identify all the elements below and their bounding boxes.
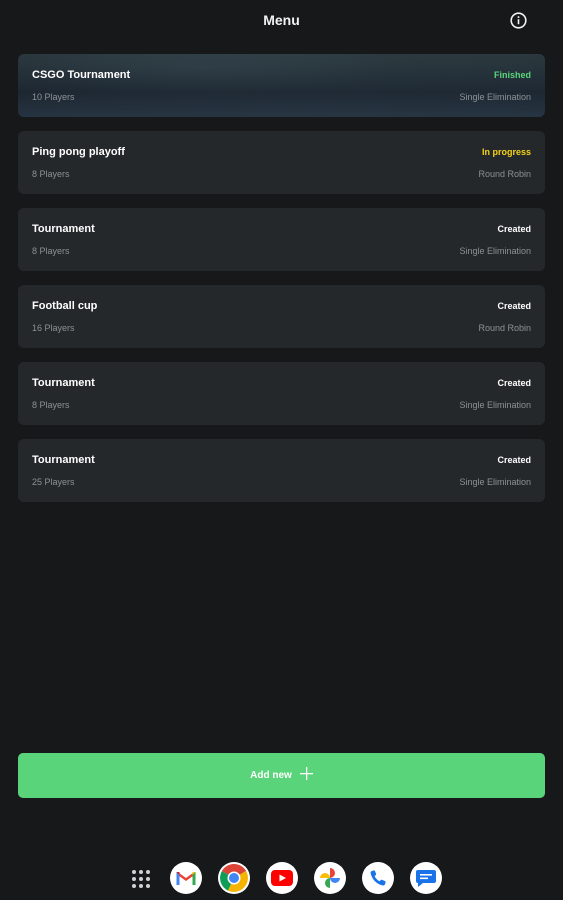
tournament-name: Tournament — [32, 454, 95, 466]
tournament-format: Single Elimination — [459, 92, 531, 102]
tournament-card[interactable]: Tournament 25 Players Created Single Eli… — [18, 439, 545, 502]
tournament-name: Ping pong playoff — [32, 146, 125, 158]
page-title: Menu — [263, 12, 300, 28]
tournament-card[interactable]: Ping pong playoff 8 Players In progress … — [18, 131, 545, 194]
tournament-name: CSGO Tournament — [32, 69, 131, 81]
gmail-icon[interactable] — [170, 862, 202, 894]
tournament-format: Round Robin — [478, 169, 531, 179]
tournament-name: Football cup — [32, 300, 98, 312]
status-badge: Created — [497, 378, 531, 388]
tournament-name: Tournament — [32, 223, 95, 235]
add-new-button[interactable]: Add new — [18, 753, 545, 798]
tournament-format: Single Elimination — [459, 246, 531, 256]
tournament-format: Single Elimination — [459, 477, 531, 487]
tournament-card[interactable]: Tournament 8 Players Created Single Elim… — [18, 362, 545, 425]
app-header: Menu — [0, 0, 563, 42]
photos-icon[interactable] — [314, 862, 346, 894]
tournament-card[interactable]: Tournament 8 Players Created Single Elim… — [18, 208, 545, 271]
tournament-format: Round Robin — [478, 323, 531, 333]
add-new-label: Add new — [250, 770, 292, 781]
status-badge: Created — [497, 224, 531, 234]
player-count: 16 Players — [32, 323, 75, 333]
chrome-icon[interactable] — [218, 862, 250, 894]
status-badge: Finished — [493, 70, 531, 80]
tournament-list: CSGO Tournament 10 Players Finished Sing… — [18, 54, 545, 516]
player-count: 8 Players — [32, 246, 70, 256]
app-grid-icon[interactable] — [132, 870, 150, 888]
status-badge: Created — [497, 301, 531, 311]
tournament-card[interactable]: CSGO Tournament 10 Players Finished Sing… — [18, 54, 545, 117]
status-badge: In progress — [481, 147, 531, 157]
tournament-card[interactable]: Football cup 16 Players Created Round Ro… — [18, 285, 545, 348]
player-count: 25 Players — [32, 477, 75, 487]
player-count: 8 Players — [32, 169, 70, 179]
tournament-format: Single Elimination — [459, 400, 531, 410]
tournament-name: Tournament — [32, 377, 95, 389]
plus-icon — [299, 766, 313, 785]
status-badge: Created — [497, 455, 531, 465]
phone-icon[interactable] — [362, 862, 394, 894]
player-count: 8 Players — [32, 400, 70, 410]
app-dock — [0, 862, 563, 898]
youtube-icon[interactable] — [266, 862, 298, 894]
player-count: 10 Players — [32, 92, 75, 102]
info-icon[interactable] — [509, 11, 528, 30]
messages-icon[interactable] — [410, 862, 442, 894]
